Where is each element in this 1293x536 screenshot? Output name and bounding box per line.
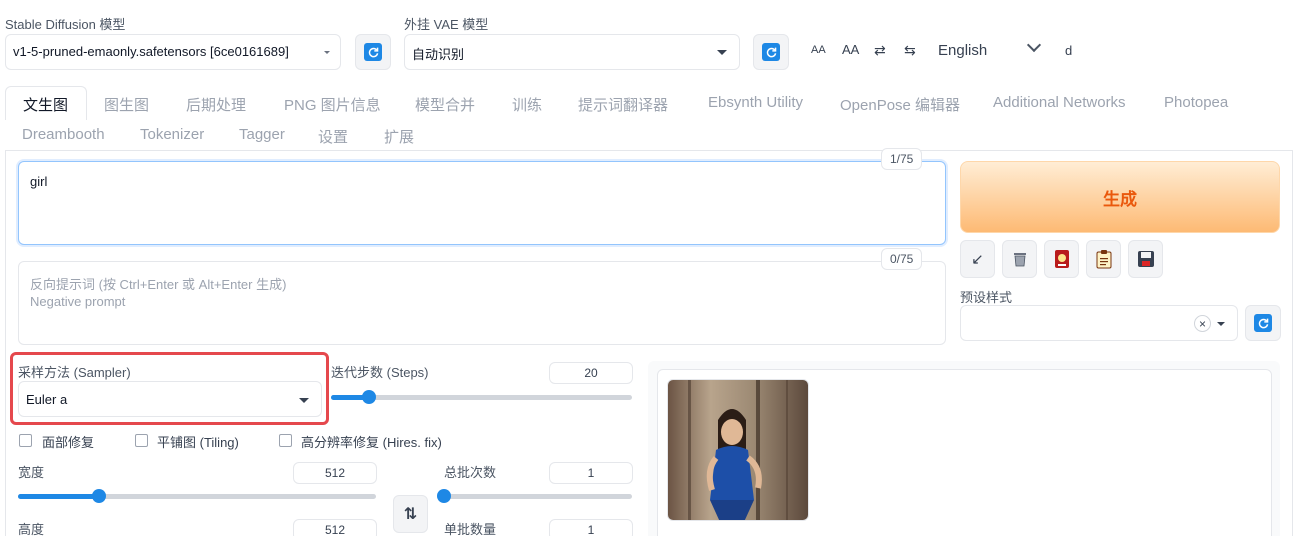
close-icon: × bbox=[1198, 316, 1206, 331]
refresh-vae-button[interactable] bbox=[753, 34, 789, 70]
apply-style-button[interactable] bbox=[1086, 240, 1121, 278]
batch-count-slider[interactable] bbox=[437, 489, 632, 503]
chevron-down-icon bbox=[299, 398, 309, 403]
hires-fix-label[interactable]: 高分辨率修复 (Hires. fix) bbox=[301, 432, 442, 451]
tab-bar-row-1: 文生图 图生图 后期处理 PNG 图片信息 模型合并 训练 提示词翻译器 Ebs… bbox=[0, 86, 1293, 120]
face-restore-label[interactable]: 面部修复 bbox=[42, 432, 94, 451]
width-slider-handle[interactable] bbox=[91, 489, 106, 503]
swap-dimensions-button[interactable]: ⇅ bbox=[393, 495, 428, 533]
refresh-icon bbox=[364, 43, 382, 61]
generated-image-thumbnail[interactable] bbox=[667, 379, 809, 521]
prompt-input[interactable]: girl bbox=[18, 161, 946, 245]
clear-prompt-button[interactable] bbox=[1002, 240, 1037, 278]
face-restore-checkbox[interactable] bbox=[19, 434, 32, 447]
arrow-down-left-icon: ↙ bbox=[971, 251, 984, 268]
tab-extensions[interactable]: 扩展 bbox=[384, 126, 414, 147]
batch-count-number-input[interactable]: 1 bbox=[549, 462, 633, 484]
styles-label: 预设样式 bbox=[960, 290, 1013, 305]
sampler-dropdown[interactable]: Euler a bbox=[18, 381, 322, 417]
refresh-icon bbox=[762, 43, 780, 61]
negative-prompt-input[interactable]: 反向提示词 (按 Ctrl+Enter 或 Alt+Enter 生成) Nega… bbox=[18, 261, 946, 345]
batch-size-label: 单批数量 bbox=[444, 522, 497, 536]
gallery-panel bbox=[648, 361, 1280, 536]
batch-count-slider-handle[interactable] bbox=[437, 489, 451, 503]
width-number-input[interactable]: 512 bbox=[293, 462, 377, 484]
tab-tagger[interactable]: Tagger bbox=[239, 126, 285, 143]
tiling-label[interactable]: 平铺图 (Tiling) bbox=[157, 432, 239, 451]
styles-dropdown[interactable]: × bbox=[960, 305, 1238, 341]
prompt-token-counter: 1/75 bbox=[881, 148, 923, 170]
steps-slider[interactable] bbox=[331, 390, 632, 404]
height-number-input[interactable]: 512 bbox=[293, 519, 377, 536]
chevron-down-icon[interactable] bbox=[1026, 37, 1042, 53]
sampler-label: 采样方法 (Sampler) bbox=[18, 365, 131, 380]
height-label: 高度 bbox=[18, 522, 45, 536]
tab-img2img[interactable]: 图生图 bbox=[104, 94, 149, 115]
batch-size-number-input[interactable]: 1 bbox=[549, 519, 633, 536]
batch-count-label: 总批次数 bbox=[444, 465, 497, 480]
sd-model-label: Stable Diffusion 模型 bbox=[5, 17, 126, 32]
swap-icon[interactable]: ⇄ bbox=[874, 42, 886, 59]
refresh-icon bbox=[1254, 314, 1272, 332]
tab-prompt-translator[interactable]: 提示词翻译器 bbox=[578, 94, 668, 115]
font-large-button[interactable]: AA bbox=[842, 42, 859, 57]
extra-networks-button[interactable] bbox=[1044, 240, 1079, 278]
read-params-button[interactable]: ↙ bbox=[960, 240, 995, 278]
negative-prompt-placeholder: 反向提示词 (按 Ctrl+Enter 或 Alt+Enter 生成) bbox=[30, 277, 287, 292]
floppy-disk-icon bbox=[1137, 251, 1154, 267]
chevron-down-icon bbox=[1217, 322, 1225, 326]
vae-dropdown[interactable]: 自动识别 bbox=[404, 34, 740, 70]
prompt-text: girl bbox=[30, 174, 48, 189]
negative-prompt-placeholder-en: Negative prompt bbox=[30, 294, 126, 309]
refresh-sd-model-button[interactable] bbox=[355, 34, 391, 70]
extra-letter: d bbox=[1065, 43, 1073, 58]
vae-value: 自动识别 bbox=[412, 47, 465, 62]
tab-bar-row-2: Dreambooth Tokenizer Tagger 设置 扩展 bbox=[0, 120, 1293, 150]
save-style-button[interactable] bbox=[1128, 240, 1163, 278]
clipboard-icon bbox=[1096, 250, 1111, 269]
tab-tokenizer[interactable]: Tokenizer bbox=[140, 126, 204, 143]
generate-label: 生成 bbox=[1103, 189, 1137, 209]
clear-styles-icon[interactable]: × bbox=[1194, 315, 1211, 332]
sd-model-value: v1-5-pruned-emaonly.safetensors [6ce0161… bbox=[13, 44, 289, 59]
refresh-styles-button[interactable] bbox=[1245, 305, 1281, 341]
tab-txt2img[interactable]: 文生图 bbox=[23, 94, 68, 115]
red-card-icon bbox=[1054, 250, 1069, 268]
sampler-value: Euler a bbox=[26, 392, 68, 407]
tab-train[interactable]: 训练 bbox=[512, 94, 542, 115]
chevron-down-icon bbox=[717, 50, 727, 55]
swap-vertical-icon: ⇅ bbox=[403, 506, 418, 523]
tab-model-merge[interactable]: 模型合并 bbox=[415, 94, 475, 115]
negative-prompt-token-counter: 0/75 bbox=[881, 248, 923, 270]
tab-icon[interactable]: ⇆ bbox=[904, 42, 916, 59]
width-slider[interactable] bbox=[18, 489, 376, 503]
tiling-checkbox[interactable] bbox=[135, 434, 148, 447]
tab-dreambooth[interactable]: Dreambooth bbox=[22, 126, 105, 143]
hires-fix-checkbox[interactable] bbox=[279, 434, 292, 447]
tab-photopea[interactable]: Photopea bbox=[1164, 94, 1228, 111]
generate-button[interactable]: 生成 bbox=[960, 161, 1280, 233]
font-small-button[interactable]: AA bbox=[811, 44, 826, 56]
sd-model-dropdown[interactable]: v1-5-pruned-emaonly.safetensors [6ce0161… bbox=[5, 34, 341, 70]
steps-label: 迭代步数 (Steps) bbox=[331, 365, 429, 380]
gallery-inner bbox=[657, 369, 1272, 536]
tab-png-info[interactable]: PNG 图片信息 bbox=[284, 94, 381, 115]
width-label: 宽度 bbox=[18, 465, 45, 480]
language-select[interactable]: English bbox=[938, 42, 987, 59]
trash-icon bbox=[1013, 253, 1026, 267]
tab-settings[interactable]: 设置 bbox=[318, 126, 348, 147]
vae-label: 外挂 VAE 模型 bbox=[404, 17, 489, 32]
width-slider-fill bbox=[18, 494, 99, 499]
tab-ebsynth-utility[interactable]: Ebsynth Utility bbox=[708, 94, 803, 111]
steps-number-input[interactable]: 20 bbox=[549, 362, 633, 384]
tab-openpose-editor[interactable]: OpenPose 编辑器 bbox=[840, 94, 960, 115]
tab-additional-networks[interactable]: Additional Networks bbox=[993, 94, 1126, 111]
chevron-down-icon bbox=[324, 51, 330, 54]
tab-extras[interactable]: 后期处理 bbox=[186, 94, 246, 115]
